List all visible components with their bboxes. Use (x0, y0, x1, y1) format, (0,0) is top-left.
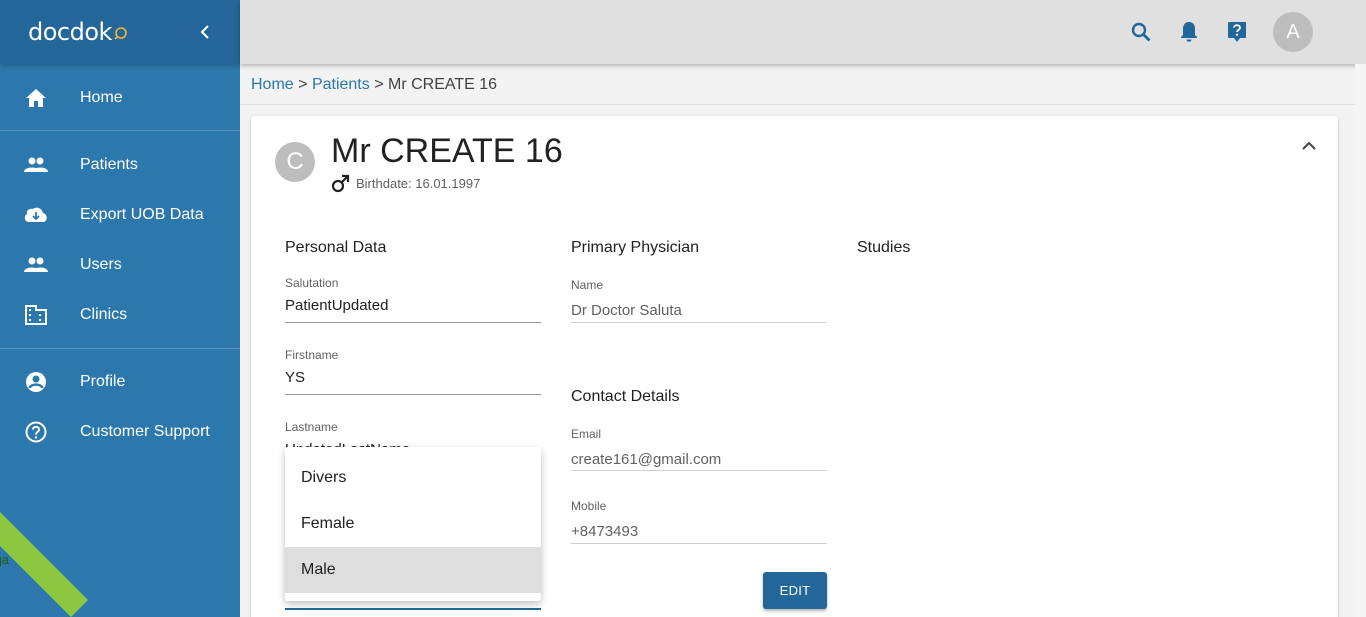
sidebar: docdok Home Patients Export UOB Data Use… (0, 0, 240, 617)
chevron-left-icon (200, 25, 209, 39)
gender-option-male[interactable]: Male (285, 547, 541, 593)
sidebar-item-label: Home (80, 89, 123, 106)
building-icon (24, 303, 48, 327)
email-label: Email (571, 427, 602, 441)
breadcrumb: Home > Patients > Mr CREATE 16 (251, 76, 497, 94)
divider (0, 130, 240, 131)
logo[interactable]: docdok (28, 18, 128, 46)
logo-text: docdok (28, 18, 112, 46)
contact-details-title: Contact Details (571, 388, 680, 405)
gender-select-underline (285, 608, 541, 610)
cloud-download-icon (24, 203, 48, 227)
patient-avatar: C (275, 142, 315, 182)
breadcrumb-home-link[interactable]: Home (251, 76, 294, 93)
email-underline (571, 470, 827, 471)
logo-mark-icon (114, 27, 127, 40)
sidebar-item-support[interactable]: Customer Support (0, 410, 240, 454)
patient-birthdate: Birthdate: 16.01.1997 (356, 176, 481, 191)
sidebar-item-clinics[interactable]: Clinics (0, 293, 240, 337)
people-icon (24, 153, 48, 177)
gender-option-divers[interactable]: Divers (285, 455, 541, 501)
gender-option-female[interactable]: Female (285, 501, 541, 547)
physician-name-underline (571, 322, 827, 323)
help-box-icon (1228, 22, 1246, 42)
sidebar-item-users[interactable]: Users (0, 243, 240, 287)
salutation-underline (285, 322, 541, 323)
sidebar-item-label: Clinics (80, 306, 128, 323)
gender-dropdown-menu: Divers Female Male (285, 447, 541, 601)
firstname-label: Firstname (285, 348, 339, 362)
account-circle-icon (24, 370, 48, 394)
sidebar-item-patients[interactable]: Patients (0, 143, 240, 187)
breadcrumb-patients-link[interactable]: Patients (312, 76, 370, 93)
firstname-field[interactable]: YS (285, 369, 541, 393)
physician-name-label: Name (571, 278, 604, 292)
patient-name: Mr CREATE 16 (331, 132, 563, 170)
environment-ribbon: qa (0, 501, 88, 617)
studies-title: Studies (857, 239, 911, 256)
salutation-label: Salutation (285, 276, 339, 290)
mobile-label: Mobile (571, 499, 607, 513)
user-avatar[interactable]: A (1273, 12, 1313, 52)
lastname-label: Lastname (285, 420, 338, 434)
sidebar-item-label: Patients (80, 156, 138, 173)
search-button[interactable] (1129, 20, 1153, 44)
male-icon (331, 174, 350, 193)
notifications-button[interactable] (1177, 20, 1201, 44)
home-icon (24, 86, 48, 110)
mobile-underline (571, 543, 827, 544)
people-icon (24, 253, 48, 277)
breadcrumb-separator: > (298, 76, 308, 93)
sidebar-item-label: Users (80, 256, 122, 273)
sidebar-item-label: Customer Support (80, 423, 210, 440)
sidebar-item-label: Export UOB Data (80, 206, 204, 223)
chevron-up-icon[interactable] (1301, 138, 1317, 154)
email-field: create161@gmail.com (571, 451, 722, 468)
environment-label: qa (0, 551, 10, 567)
page-scrollbar[interactable] (1355, 64, 1366, 617)
bell-icon (1181, 22, 1197, 42)
sidebar-item-label: Profile (80, 373, 126, 390)
breadcrumb-current: Mr CREATE 16 (388, 76, 498, 93)
firstname-underline (285, 394, 541, 395)
sidebar-item-profile[interactable]: Profile (0, 360, 240, 404)
search-icon (1131, 22, 1151, 42)
sidebar-header: docdok (0, 0, 240, 64)
sidebar-item-export[interactable]: Export UOB Data (0, 193, 240, 237)
collapse-sidebar-button[interactable] (196, 22, 214, 42)
breadcrumb-separator: > (374, 76, 384, 93)
breadcrumb-divider (240, 104, 1366, 105)
help-button[interactable] (1225, 20, 1249, 44)
help-circle-icon (24, 420, 48, 444)
personal-data-title: Personal Data (285, 239, 387, 256)
sidebar-item-home[interactable]: Home (0, 76, 240, 120)
divider (0, 348, 240, 349)
edit-button[interactable]: EDIT (763, 572, 827, 609)
topbar: A (240, 0, 1366, 64)
primary-physician-title: Primary Physician (571, 239, 700, 256)
salutation-field[interactable]: PatientUpdated (285, 297, 541, 321)
